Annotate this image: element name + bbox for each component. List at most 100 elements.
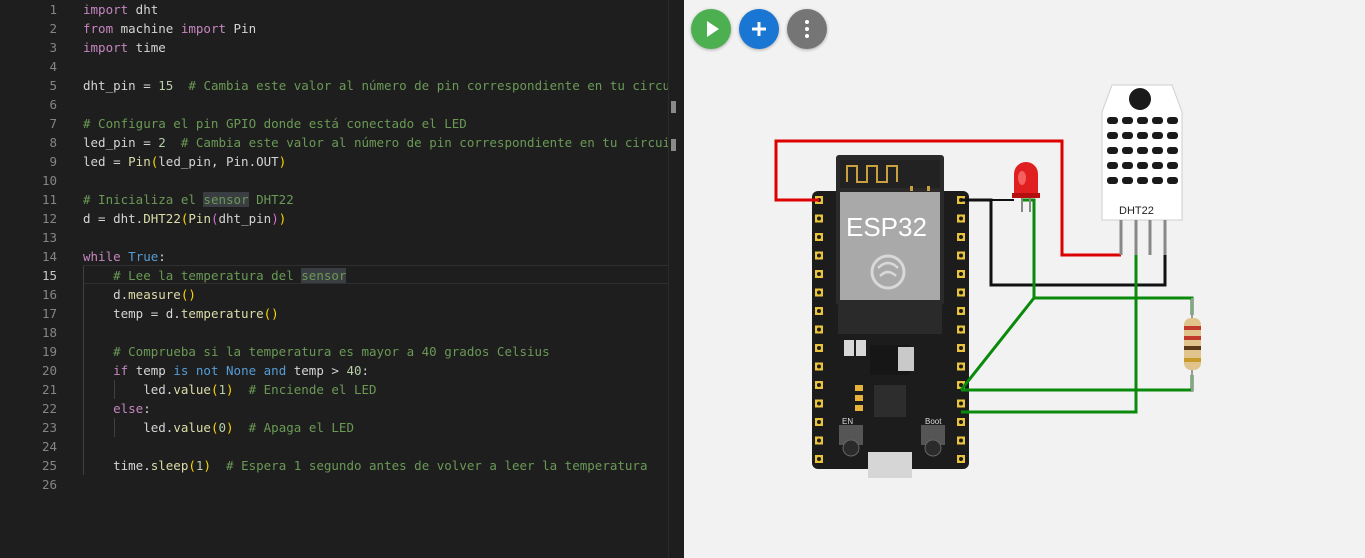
code-line[interactable]: 18	[0, 323, 684, 342]
esp32-board[interactable]: ESP32 EN Boot	[812, 155, 969, 478]
line-number: 5	[49, 78, 57, 93]
code-line[interactable]: 21 led.value(1) # Enciende el LED	[0, 380, 684, 399]
code-text[interactable]: led_pin = 2 # Cambia este valor al númer…	[83, 133, 684, 152]
line-number: 24	[41, 439, 57, 454]
sensor-vent	[1122, 147, 1133, 154]
code-line[interactable]: 1 import dht	[0, 0, 684, 19]
header-pin	[957, 307, 965, 315]
header-pin	[815, 214, 823, 223]
more-options-button[interactable]	[787, 9, 827, 49]
code-text[interactable]: # Configura el pin GPIO donde está conec…	[83, 114, 467, 133]
code-text[interactable]: if temp is not None and temp > 40:	[83, 361, 369, 380]
plus-icon	[752, 22, 766, 36]
header-pin	[957, 233, 965, 241]
code-text[interactable]: dht_pin = 15 # Cambia este valor al núme…	[83, 76, 684, 95]
code-line[interactable]: 26	[0, 475, 684, 494]
code-line[interactable]: 13	[0, 228, 684, 247]
code-line[interactable]: 16 d.measure()	[0, 285, 684, 304]
line-number: 9	[49, 154, 57, 169]
code-line[interactable]: 3 import time	[0, 38, 684, 57]
header-pin	[957, 251, 965, 260]
sensor-vent	[1107, 117, 1118, 124]
header-pin	[815, 436, 823, 445]
header-pin	[957, 196, 965, 204]
code-line[interactable]: 5 dht_pin = 15 # Cambia este valor al núm…	[0, 76, 684, 95]
header-pin	[815, 196, 823, 204]
header-pin	[957, 455, 965, 463]
code-line[interactable]: 6	[0, 95, 684, 114]
code-line[interactable]: 10	[0, 171, 684, 190]
code-line[interactable]: 12 d = dht.DHT22(Pin(dht_pin))	[0, 209, 684, 228]
line-number: 13	[41, 230, 57, 245]
code-line[interactable]: 2 from machine import Pin	[0, 19, 684, 38]
sensor-vent	[1122, 162, 1133, 169]
header-pin	[815, 344, 823, 352]
led-anode-wire	[1022, 198, 1036, 298]
code-text[interactable]: while True:	[83, 247, 166, 266]
code-text[interactable]: # Comprueba si la temperatura es mayor a…	[83, 342, 550, 361]
code-line[interactable]: 11 # Inicializa el sensor DHT22	[0, 190, 684, 209]
sensor-vent	[1152, 177, 1163, 184]
board-label: ESP32	[846, 212, 927, 242]
code-text[interactable]: # Inicializa el sensor DHT22	[83, 190, 294, 209]
code-editor[interactable]: 1 import dht 2 from machine import Pin 3 impo…	[0, 0, 684, 558]
sensor-vent	[1167, 177, 1178, 184]
sensor-vent	[1107, 147, 1118, 154]
code-line[interactable]: 9 led = Pin(led_pin, Pin.OUT)	[0, 152, 684, 171]
code-line[interactable]: 19 # Comprueba si la temperatura es mayo…	[0, 342, 684, 361]
line-number: 15	[41, 268, 57, 283]
code-line[interactable]: 24	[0, 437, 684, 456]
simulation-canvas[interactable]: ESP32 EN Boot DHT22	[684, 0, 1365, 558]
sensor-vent	[1107, 132, 1118, 139]
line-number: 8	[49, 135, 57, 150]
code-text[interactable]: led.value(1) # Enciende el LED	[83, 380, 376, 399]
sensor-vent	[1167, 162, 1178, 169]
code-text[interactable]: d.measure()	[83, 285, 196, 304]
code-line[interactable]: 22 else:	[0, 399, 684, 418]
power-wire	[774, 139, 1121, 257]
code-line[interactable]: 4	[0, 57, 684, 76]
code-line[interactable]: 7 # Configura el pin GPIO donde está cone…	[0, 114, 684, 133]
code-text[interactable]: import dht	[83, 0, 158, 19]
code-text[interactable]: led = Pin(led_pin, Pin.OUT)	[83, 152, 286, 171]
header-pin	[815, 307, 823, 315]
code-text[interactable]: else:	[83, 399, 151, 418]
header-pin	[957, 399, 965, 408]
red-led[interactable]	[1012, 162, 1040, 212]
code-text[interactable]: import time	[83, 38, 166, 57]
code-text[interactable]: time.sleep(1) # Espera 1 segundo antes d…	[83, 456, 647, 475]
dht22-sensor[interactable]: DHT22	[1101, 84, 1183, 255]
code-line[interactable]: 17 temp = d.temperature()	[0, 304, 684, 323]
code-line[interactable]: 15 # Lee la temperatura del sensor	[0, 266, 684, 285]
sensor-vent	[1107, 162, 1118, 169]
code-line[interactable]: 23 led.value(0) # Apaga el LED	[0, 418, 684, 437]
signal-wire-dht	[961, 255, 1138, 414]
scrollbar-marker	[671, 101, 676, 113]
code-line[interactable]: 14 while True:	[0, 247, 684, 266]
sensor-vent	[1167, 147, 1178, 154]
code-line[interactable]: 8 led_pin = 2 # Cambia este valor al núme…	[0, 133, 684, 152]
ground-wire	[961, 198, 1167, 287]
header-pin	[815, 381, 823, 389]
add-part-button[interactable]	[739, 9, 779, 49]
line-number: 16	[41, 287, 57, 302]
code-text[interactable]: # Lee la temperatura del sensor	[83, 266, 347, 285]
sensor-vent	[1122, 132, 1133, 139]
line-number: 3	[49, 40, 57, 55]
code-text[interactable]: from machine import Pin	[83, 19, 256, 38]
code-line[interactable]: 20 if temp is not None and temp > 40:	[0, 361, 684, 380]
code-text[interactable]: led.value(0) # Apaga el LED	[83, 418, 354, 437]
line-number: 23	[41, 420, 57, 435]
line-number: 21	[41, 382, 57, 397]
code-text[interactable]: d = dht.DHT22(Pin(dht_pin))	[83, 209, 286, 228]
line-number: 18	[41, 325, 57, 340]
sensor-label: DHT22	[1119, 205, 1154, 217]
resistor[interactable]	[1184, 298, 1201, 392]
wires[interactable]	[774, 139, 1194, 414]
header-pin	[815, 418, 823, 426]
editor-scrollbar[interactable]	[668, 0, 684, 558]
code-line[interactable]: 25 time.sleep(1) # Espera 1 segundo ante…	[0, 456, 684, 475]
header-pin	[957, 270, 965, 278]
run-button[interactable]	[691, 9, 731, 49]
code-text[interactable]: temp = d.temperature()	[83, 304, 279, 323]
